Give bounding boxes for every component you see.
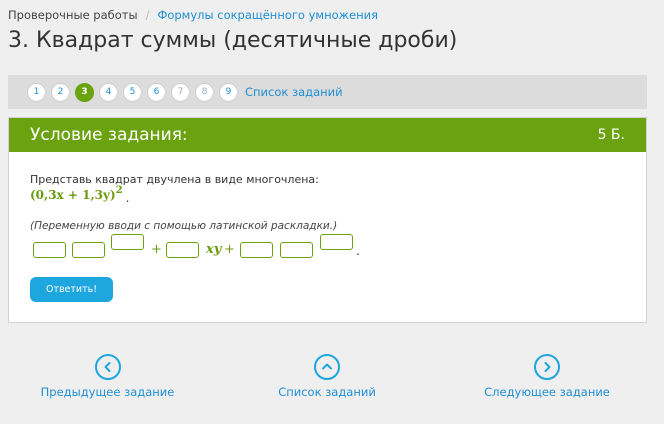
next-task-button[interactable]: Следующее задание <box>484 354 610 399</box>
expression-base: (0,3x + 1,3y) <box>30 188 116 202</box>
breadcrumb-item-formulas[interactable]: Формулы сокращённого умножения <box>157 8 378 22</box>
task-list-link[interactable]: Список заданий <box>245 85 343 99</box>
task-card-header: Условие задания: 5 Б. <box>9 118 646 152</box>
task-condition-title: Условие задания: <box>30 125 188 145</box>
chevron-right-icon <box>534 354 560 380</box>
previous-task-label: Предыдущее задание <box>40 385 175 399</box>
answer-variable-xy: xy <box>206 242 222 257</box>
submit-button[interactable]: Ответить! <box>30 277 113 302</box>
task-list-label: Список заданий <box>278 385 376 399</box>
task-number-3-active[interactable]: 3 <box>75 82 94 102</box>
answer-input-5[interactable] <box>280 242 313 258</box>
task-navigation: 1 2 3 4 5 6 7 8 9 Список заданий <box>8 75 647 109</box>
answer-plus-2: + <box>224 242 235 257</box>
previous-task-button[interactable]: Предыдущее задание <box>41 354 174 399</box>
task-number-2[interactable]: 2 <box>51 82 70 102</box>
answer-input-exponent-2[interactable] <box>320 234 353 250</box>
answer-input-4[interactable] <box>240 242 273 258</box>
task-card: Условие задания: 5 Б. Представь квадрат … <box>8 117 647 323</box>
breadcrumb: Проверочные работы / Формулы сокращённог… <box>8 8 378 22</box>
answer-input-1[interactable] <box>33 242 66 258</box>
bottom-navigation: Предыдущее задание Список заданий Следую… <box>0 354 664 404</box>
task-number-5[interactable]: 5 <box>123 82 142 102</box>
task-card-body: Представь квадрат двучлена в виде многоч… <box>9 152 646 302</box>
answer-plus-1: + <box>151 242 162 257</box>
expression-period: . <box>125 191 130 205</box>
task-number-6[interactable]: 6 <box>147 82 166 102</box>
chevron-up-icon <box>314 354 340 380</box>
answer-input-exponent-1[interactable] <box>111 234 144 250</box>
task-points: 5 Б. <box>597 127 625 143</box>
task-number-9[interactable]: 9 <box>219 82 238 102</box>
task-expression: (0,3x + 1,3y) 2 . <box>30 185 130 205</box>
chevron-left-icon <box>94 354 121 380</box>
task-number-8[interactable]: 8 <box>195 82 214 102</box>
expression-exponent: 2 <box>115 185 123 196</box>
next-task-label: Следующее задание <box>484 385 610 399</box>
answer-period: . <box>356 244 360 258</box>
task-instruction: Представь квадрат двучлена в виде многоч… <box>30 173 319 186</box>
task-number-4[interactable]: 4 <box>99 82 118 102</box>
answer-input-3[interactable] <box>166 242 199 258</box>
breadcrumb-separator: / <box>145 8 150 22</box>
page-title: 3. Квадрат суммы (десятичные дроби) <box>8 28 458 53</box>
task-list-button[interactable]: Список заданий <box>278 354 376 399</box>
task-number-7[interactable]: 7 <box>171 82 190 102</box>
answer-input-2[interactable] <box>72 242 105 258</box>
task-hint: (Переменную вводи с помощью латинской ра… <box>30 220 338 232</box>
breadcrumb-item-tests[interactable]: Проверочные работы <box>8 8 138 22</box>
task-number-1[interactable]: 1 <box>27 82 46 102</box>
